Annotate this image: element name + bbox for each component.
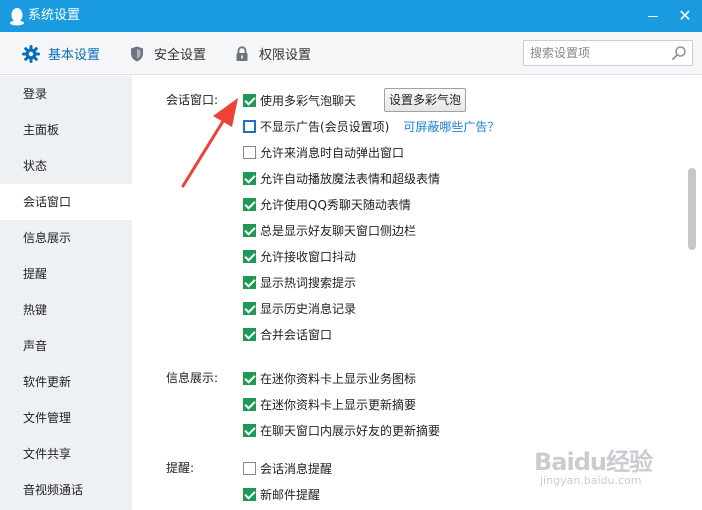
tab-permission-settings[interactable]: 权限设置 [233,32,311,75]
checkbox[interactable] [243,461,256,475]
tab-permission-settings-label: 权限设置 [259,48,312,63]
tab-basic-settings-label: 基本设置 [48,48,101,63]
title-bar: 系统设置 ✕ [0,0,702,32]
option-show-sidebar[interactable]: 总是显示好友聊天窗口侧边栏 [243,222,416,238]
baidu-watermark: Baidu经验 jingyan.baidu.com [534,438,702,496]
option-label: 总是显示好友聊天窗口侧边栏 [260,223,417,238]
sidebar-item-av-call[interactable]: 音视频通话 [0,472,132,508]
option-hide-ads[interactable]: 不显示广告(会员设置项) 可屏蔽哪些广告？ [243,118,499,134]
sidebar-item-chat-window[interactable]: 会话窗口 [0,184,132,220]
option-label: 允许自动播放魔法表情和超级表情 [260,171,441,186]
close-button[interactable]: ✕ [674,5,696,27]
checkbox[interactable] [243,119,256,133]
set-bubble-button[interactable]: 设置多彩气泡 [384,88,466,112]
search-input[interactable] [530,45,670,61]
tab-basic-settings[interactable]: 基本设置 [22,32,100,75]
sidebar-item-login[interactable]: 登录 [0,76,132,112]
option-label: 允许使用QQ秀聊天随动表情 [260,197,411,212]
option-label: 使用多彩气泡聊天 [260,93,357,108]
search-box[interactable] [523,40,693,66]
lock-icon [236,45,248,61]
shield-icon [131,46,143,61]
option-label: 不显示广告(会员设置项) [260,119,390,134]
option-label: 在聊天窗口内展示好友的更新摘要 [260,423,441,438]
checkbox[interactable] [243,171,256,185]
option-hot-word-hints[interactable]: 显示热词搜索提示 [243,274,356,290]
option-qqshow-emoticons[interactable]: 允许使用QQ秀聊天随动表情 [243,196,411,212]
window-title: 系统设置 [28,8,81,23]
checkbox[interactable] [243,275,256,289]
sidebar-item-main-panel[interactable]: 主面板 [0,112,132,148]
option-auto-popup[interactable]: 允许来消息时自动弹出窗口 [243,144,404,160]
checkbox[interactable] [243,371,256,385]
checkbox[interactable] [243,93,256,107]
sidebar-item-file-management[interactable]: 文件管理 [0,400,132,436]
section-label-reminder: 提醒: [166,461,195,475]
checkbox[interactable] [243,145,256,159]
tab-bar: 基本设置 安全设置 权限设置 [0,32,702,75]
option-label: 新邮件提醒 [260,487,321,502]
option-new-mail-reminder[interactable]: 新邮件提醒 [243,486,320,502]
checkbox[interactable] [243,327,256,341]
sidebar-item-reminder[interactable]: 提醒 [0,256,132,292]
option-chat-friend-updates[interactable]: 在聊天窗口内展示好友的更新摘要 [243,422,440,438]
section-label-info-display: 信息展示: [166,371,219,385]
sidebar-item-software-update[interactable]: 软件更新 [0,364,132,400]
checkbox[interactable] [243,423,256,437]
option-label: 显示历史消息记录 [260,301,357,316]
sidebar-item-file-sharing[interactable]: 文件共享 [0,436,132,472]
gear-icon [22,44,40,63]
sidebar: 登录 主面板 状态 会话窗口 信息展示 提醒 热键 声音 软件更新 文件管理 文… [0,76,132,510]
search-icon[interactable] [671,45,687,61]
qq-penguin-icon [10,8,24,26]
checkbox[interactable] [243,301,256,315]
sidebar-item-status[interactable]: 状态 [0,148,132,184]
section-label-chat-window: 会话窗口: [166,93,219,107]
sidebar-item-hotkeys[interactable]: 热键 [0,292,132,328]
watermark-main: Baidu经验 [534,448,653,476]
option-label: 合并会话窗口 [260,327,333,342]
option-label: 允许接收窗口抖动 [260,249,357,264]
option-message-reminder[interactable]: 会话消息提醒 [243,460,332,476]
option-label: 会话消息提醒 [260,461,333,476]
option-autoplay-emoticons[interactable]: 允许自动播放魔法表情和超级表情 [243,170,440,186]
minimize-button[interactable] [642,6,664,26]
option-label: 在迷你资料卡上显示业务图标 [260,371,417,386]
scrollbar-thumb[interactable] [688,168,696,250]
tab-security-settings[interactable]: 安全设置 [128,32,206,75]
option-history-messages[interactable]: 显示历史消息记录 [243,300,356,316]
option-label: 显示热词搜索提示 [260,275,357,290]
sidebar-item-sound[interactable]: 声音 [0,328,132,364]
checkbox[interactable] [243,397,256,411]
option-colorful-bubble[interactable]: 使用多彩气泡聊天 [243,92,356,108]
ads-info-link[interactable]: 可屏蔽哪些广告？ [403,118,499,135]
option-merge-windows[interactable]: 合并会话窗口 [243,326,332,342]
option-label: 允许来消息时自动弹出窗口 [260,145,405,160]
sidebar-item-info-display[interactable]: 信息展示 [0,220,132,256]
option-label: 在迷你资料卡上显示更新摘要 [260,397,417,412]
option-window-shake[interactable]: 允许接收窗口抖动 [243,248,356,264]
option-card-business-icons[interactable]: 在迷你资料卡上显示业务图标 [243,370,416,386]
watermark-sub: jingyan.baidu.com [540,474,642,487]
checkbox[interactable] [243,197,256,211]
checkbox[interactable] [243,487,256,501]
tab-security-settings-label: 安全设置 [154,48,207,63]
checkbox[interactable] [243,249,256,263]
checkbox[interactable] [243,223,256,237]
option-card-update-summary[interactable]: 在迷你资料卡上显示更新摘要 [243,396,416,412]
